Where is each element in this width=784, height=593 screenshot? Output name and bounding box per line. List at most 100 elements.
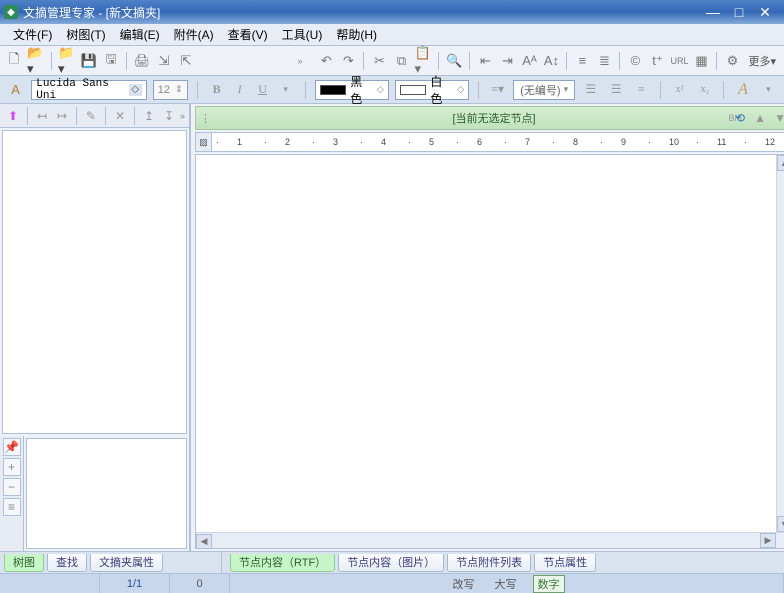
menu-edit[interactable]: 编辑(E) — [113, 24, 167, 45]
numbering-select[interactable]: (无编号) ▾ — [513, 80, 575, 100]
preview-area[interactable] — [26, 438, 187, 549]
tree-delete-icon[interactable]: ✕ — [111, 107, 129, 125]
tree-overflow-icon[interactable]: » — [180, 111, 185, 121]
tab-tree[interactable]: 树图 — [4, 554, 44, 572]
ruler-corner-icon[interactable]: ▨ — [196, 133, 212, 151]
maximize-button[interactable]: □ — [730, 4, 748, 20]
date-icon[interactable]: t⁺ — [647, 51, 667, 71]
open2-icon[interactable]: 📁▾ — [57, 51, 77, 71]
bold-icon[interactable]: B — [207, 80, 227, 100]
bg-color-select[interactable]: 白色 ◇ — [395, 80, 469, 100]
underline-icon[interactable]: U — [253, 80, 273, 100]
vertical-scrollbar[interactable]: ▲ ▼ — [776, 155, 784, 548]
minimize-button[interactable]: — — [704, 4, 722, 20]
hdr-down-icon[interactable]: ▼ — [772, 111, 784, 125]
italic-icon[interactable]: I — [230, 80, 250, 100]
export-icon[interactable]: ⇲ — [154, 51, 174, 71]
undo-icon[interactable]: ↶ — [316, 51, 336, 71]
a1-icon[interactable]: A — [6, 80, 25, 100]
fg-dropdown-icon[interactable]: ◇ — [377, 84, 384, 95]
align-full-icon[interactable]: ≣ — [594, 51, 614, 71]
scroll-up-icon[interactable]: ▲ — [777, 155, 784, 171]
table-icon[interactable]: ▦ — [691, 51, 711, 71]
tree-right-icon[interactable]: ↦ — [53, 107, 71, 125]
sub-icon[interactable]: x₂ — [695, 80, 714, 100]
super-icon[interactable]: x² — [670, 80, 689, 100]
import-icon[interactable]: ⇱ — [176, 51, 196, 71]
bottom-tabs: 树图 查找 文摘夹属性 节点内容（RTF） 节点内容（图片） 节点附件列表 节点… — [0, 551, 784, 573]
menu-bar: 文件(F) 树图(T) 编辑(E) 附件(A) 查看(V) 工具(U) 帮助(H… — [0, 24, 784, 46]
toolbar-overflow-1[interactable]: » — [293, 56, 306, 66]
menu-view[interactable]: 查看(V) — [221, 24, 275, 45]
open-icon[interactable]: 📂▾ — [26, 51, 46, 71]
hdr-up-icon[interactable]: ▲ — [752, 111, 768, 125]
menu-tree[interactable]: 树图(T) — [59, 24, 112, 45]
ruler-tick: 10 — [648, 133, 696, 151]
editor[interactable]: ▲ ▼ ◀ ▶ — [195, 154, 784, 549]
align-left-icon[interactable]: ≡ — [572, 51, 592, 71]
find-icon[interactable]: 🔍 — [444, 51, 464, 71]
bg-dropdown-icon[interactable]: ◇ — [457, 84, 464, 95]
more-format-icon[interactable]: ▾ — [276, 80, 296, 100]
saveall-icon[interactable]: 🖫 — [101, 51, 121, 71]
close-button[interactable]: ✕ — [756, 4, 774, 20]
print-icon[interactable]: 🖨 — [132, 51, 152, 71]
tree-movedown-icon[interactable]: ↧ — [160, 107, 178, 125]
align-icon[interactable]: ≡▾ — [488, 80, 507, 100]
scroll-down-icon[interactable]: ▼ — [777, 516, 784, 532]
horizontal-scrollbar[interactable]: ◀ ▶ — [196, 532, 784, 548]
size-dropdown-icon[interactable]: ⇕ — [175, 84, 183, 95]
ruler-tick: 11 — [696, 133, 744, 151]
minus-icon[interactable]: − — [3, 478, 21, 496]
scroll-left-icon[interactable]: ◀ — [196, 534, 212, 549]
tab-attach-list[interactable]: 节点附件列表 — [447, 554, 531, 572]
scroll-right-icon[interactable]: ▶ — [760, 533, 776, 548]
tab-find[interactable]: 查找 — [47, 554, 87, 572]
menu-tool[interactable]: 工具(U) — [275, 24, 330, 45]
num-dropdown-icon[interactable]: ▾ — [564, 84, 569, 95]
tab-folder-props[interactable]: 文摘夹属性 — [90, 554, 163, 572]
symbol-icon[interactable]: © — [625, 51, 645, 71]
case-icon[interactable]: Aᴬ — [519, 51, 539, 71]
tree-left-icon[interactable]: ↤ — [33, 107, 51, 125]
sync-icon[interactable]: ⟲ — [732, 111, 748, 125]
font-dropdown-icon[interactable]: ◇ — [129, 84, 142, 96]
toolbar-more[interactable]: 更多▾ — [744, 53, 780, 69]
settings-icon[interactable]: ⚙ — [722, 51, 742, 71]
menu-help[interactable]: 帮助(H) — [329, 24, 384, 45]
copy-icon[interactable]: ⧉ — [391, 51, 411, 71]
list1-icon[interactable]: ☰ — [581, 80, 600, 100]
header-handle-icon[interactable]: ⋮ — [200, 112, 211, 125]
collapse-icon[interactable]: ≡ — [3, 498, 21, 516]
plus-icon[interactable]: + — [3, 458, 21, 476]
redo-icon[interactable]: ↷ — [338, 51, 358, 71]
tab-node-props[interactable]: 节点属性 — [534, 554, 596, 572]
url-icon[interactable]: URL — [669, 51, 689, 71]
font-select[interactable]: Lucida Sans Uni ◇ — [31, 80, 147, 100]
save-icon[interactable]: 💾 — [79, 51, 99, 71]
window-title: 文摘管理专家 - [新文摘夹] — [23, 4, 704, 21]
cut-icon[interactable]: ✂ — [369, 51, 389, 71]
tree-up-icon[interactable]: ⬆ — [4, 107, 22, 125]
menu-file[interactable]: 文件(F) — [6, 24, 59, 45]
list2-icon[interactable]: ☰ — [606, 80, 625, 100]
ruler-ticks[interactable]: 1 2 3 4 5 6 7 8 9 10 11 12 — [212, 133, 784, 151]
tab-image[interactable]: 节点内容（图片） — [338, 554, 444, 572]
tree-moveup-icon[interactable]: ↥ — [140, 107, 158, 125]
text-color-select[interactable]: 黑色 ◇ — [315, 80, 389, 100]
tree-view[interactable] — [2, 130, 187, 434]
font-size-select[interactable]: 12 ⇕ — [153, 80, 188, 100]
black-swatch-icon — [320, 85, 347, 95]
fontcolor-icon[interactable]: A — [733, 80, 752, 100]
tab-rtf[interactable]: 节点内容（RTF） — [230, 554, 335, 572]
menu-attach[interactable]: 附件(A) — [167, 24, 221, 45]
sort-icon[interactable]: A↕ — [541, 51, 561, 71]
clear-format-icon[interactable]: ▾ — [759, 80, 778, 100]
indent-left-icon[interactable]: ⇤ — [475, 51, 495, 71]
indent-right-icon[interactable]: ⇥ — [497, 51, 517, 71]
new-icon[interactable]: 🗋 — [4, 51, 24, 71]
paste-icon[interactable]: 📋▾ — [413, 51, 433, 71]
list3-icon[interactable]: ≡ — [632, 80, 651, 100]
pin-icon[interactable]: 📌 — [3, 438, 21, 456]
tree-edit-icon[interactable]: ✎ — [82, 107, 100, 125]
